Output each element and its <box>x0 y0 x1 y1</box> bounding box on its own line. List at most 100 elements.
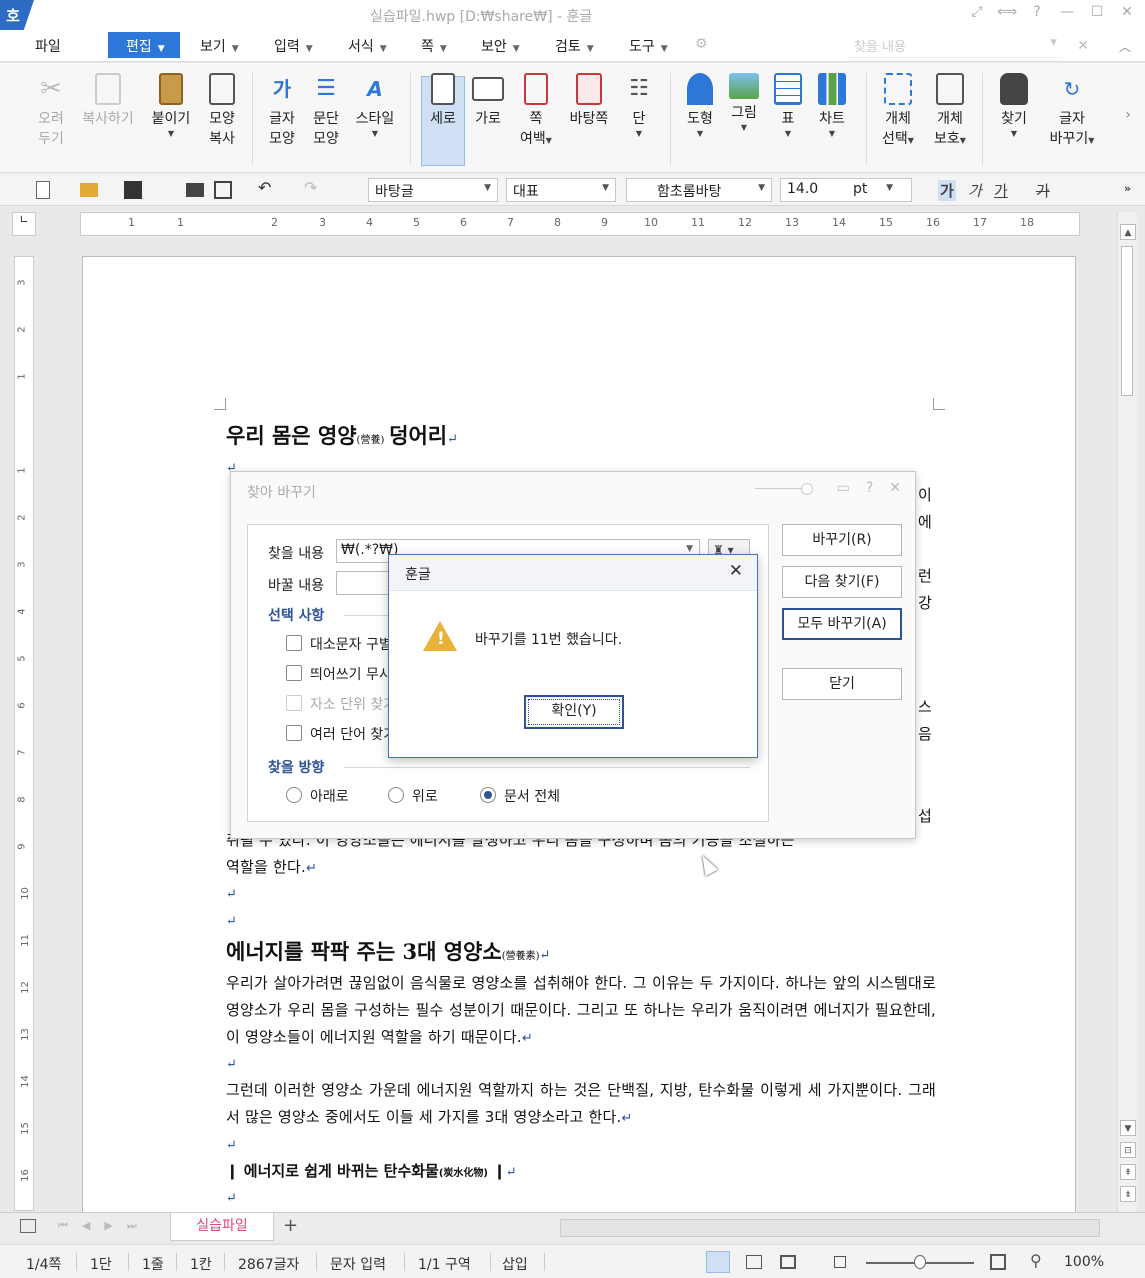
doc-bullet-heading[interactable]: ❙ 에너지로 쉽게 바뀌는 탄수화물(炭水化物) ❙↵ <box>226 1160 517 1181</box>
zoom-level[interactable]: 100% <box>1064 1254 1104 1270</box>
dialog-close-icon[interactable]: ✕ <box>889 480 901 496</box>
minimize-icon[interactable]: — <box>1057 4 1077 20</box>
undo-icon[interactable]: ↶ <box>258 178 276 197</box>
app-logo-icon[interactable]: 호 <box>0 0 34 30</box>
fullscreen-icon[interactable]: ⤢ <box>967 4 987 20</box>
object-select-button[interactable]: 개체 선택▼ <box>876 73 920 149</box>
strike-button[interactable]: 가 <box>1036 180 1050 201</box>
tab-list-icon[interactable] <box>20 1219 36 1233</box>
view-width-icon[interactable] <box>746 1255 762 1269</box>
new-doc-icon[interactable] <box>36 181 50 199</box>
picture-button[interactable]: 그림 ▼ <box>724 73 764 133</box>
direction-all-radio[interactable] <box>480 787 496 803</box>
add-tab-button[interactable]: + <box>283 1215 313 1236</box>
menu-tools[interactable]: 도구 ▼ <box>629 36 668 56</box>
direction-down-radio[interactable] <box>286 787 302 803</box>
menu-page[interactable]: 쪽 ▼ <box>421 36 447 56</box>
style-button[interactable]: A 스타일 ▼ <box>352 73 398 139</box>
opacity-slider[interactable] <box>754 482 813 495</box>
format-copy-button[interactable]: 모양 복사 <box>202 73 242 149</box>
menu-format[interactable]: 서식 ▼ <box>348 36 387 56</box>
multi-word-checkbox[interactable] <box>286 725 302 741</box>
dialog-help-icon[interactable]: ? <box>866 480 873 496</box>
paste-button[interactable]: 붙이기 ▼ <box>148 73 194 139</box>
replace-once-button[interactable]: 바꾸기(R) <box>782 524 902 556</box>
comment-icon[interactable]: ▭ <box>837 480 850 496</box>
ribbon-collapse-icon[interactable]: ︿ <box>1119 38 1131 55</box>
menu-file[interactable]: 파일 <box>35 36 61 56</box>
maximize-icon[interactable]: ☐ <box>1087 4 1107 20</box>
toolbar-more-icon[interactable]: » <box>1124 182 1131 195</box>
jaso-search-checkbox[interactable] <box>286 695 302 711</box>
tab-document[interactable]: 실습파일 <box>170 1213 274 1241</box>
replace-all-button[interactable]: 모두 바꾸기(A) <box>782 608 902 640</box>
menu-view[interactable]: 보기 ▼ <box>200 36 239 56</box>
menu-insert[interactable]: 입력 ▼ <box>274 36 313 56</box>
split-icon[interactable]: ⟺ <box>997 4 1017 20</box>
zoom-out-icon[interactable] <box>834 1256 846 1268</box>
close-dialog-button[interactable]: 닫기 <box>782 668 902 700</box>
status-page[interactable]: 1/4쪽 <box>26 1254 61 1274</box>
horizontal-ruler[interactable]: 1 1 2 3 4 5 6 7 8 9 10 11 12 13 14 15 16… <box>80 212 1080 236</box>
menu-search-close-icon[interactable]: ✕ <box>1077 38 1089 54</box>
ignore-space-checkbox[interactable] <box>286 665 302 681</box>
scroll-thumb[interactable] <box>1121 246 1133 396</box>
help-icon[interactable]: ? <box>1027 4 1047 20</box>
underline-button[interactable]: 가 <box>994 180 1008 201</box>
vertical-scrollbar[interactable]: ▲ ▼ ⊡ ⇞ ⇟ <box>1117 212 1137 1212</box>
menu-security[interactable]: 보안 ▼ <box>481 36 520 56</box>
landscape-button[interactable]: 가로 <box>468 73 508 129</box>
view-page-icon[interactable] <box>780 1255 796 1269</box>
ruler-tab-selector[interactable]: ∟ <box>12 212 36 236</box>
bold-button[interactable]: 가 <box>938 180 956 201</box>
find-next-button[interactable]: 다음 찾기(F) <box>782 566 902 598</box>
font-size-combo[interactable]: 14.0 pt ▼ <box>780 178 912 202</box>
menu-review[interactable]: 검토 ▼ <box>555 36 594 56</box>
direction-up-radio[interactable] <box>388 787 404 803</box>
status-insert[interactable]: 삽입 <box>502 1254 528 1274</box>
find-button[interactable]: 찾기 ▼ <box>992 73 1036 139</box>
horizontal-scrollbar[interactable] <box>560 1219 1100 1237</box>
doc-heading-2[interactable]: 에너지를 팍팍 주는 3대 영양소(營養素)↵ <box>226 936 550 966</box>
columns-button[interactable]: ☷ 단 ▼ <box>620 73 658 139</box>
match-case-checkbox[interactable] <box>286 635 302 651</box>
shape-button[interactable]: 도형 ▼ <box>680 73 720 139</box>
replace-button[interactable]: ↻ 글자 바꾸기▼ <box>1044 73 1100 149</box>
save-icon[interactable] <box>124 181 142 199</box>
page-prev-icon[interactable]: ⊡ <box>1120 1142 1136 1158</box>
open-folder-icon[interactable] <box>80 183 98 197</box>
doc-paragraph-1[interactable]: 우리가 살아가려면 끊임없이 음식물로 영양소를 섭취해야 한다. 그 이유는 … <box>226 970 936 1052</box>
table-button[interactable]: 표 ▼ <box>768 73 808 139</box>
magnifier-icon[interactable]: ⚲ <box>1030 1251 1042 1270</box>
vertical-ruler[interactable]: 3 2 1 1 2 3 4 5 6 7 8 9 10 11 12 13 14 1… <box>14 256 34 1211</box>
doc-paragraph-2[interactable]: 그런데 이러한 영양소 가운데 에너지원 역할까지 하는 것은 단백질, 지방,… <box>226 1077 936 1132</box>
para-shape-button[interactable]: ☰ 문단 모양 <box>306 73 346 149</box>
ok-button[interactable]: 확인(Y) <box>524 695 624 729</box>
doc-heading-1[interactable]: 우리 몸은 영양(營養) 덩어리↵ <box>226 420 458 450</box>
scroll-up-icon[interactable]: ▲ <box>1120 224 1136 240</box>
language-combo[interactable]: 대표 ▼ <box>506 178 616 202</box>
font-combo[interactable]: 함초롬바탕 ▼ <box>626 178 772 202</box>
scroll-down-icon[interactable]: ▼ <box>1120 1120 1136 1136</box>
copy-button[interactable]: 복사하기 <box>80 73 136 129</box>
chart-button[interactable]: 차트 ▼ <box>812 73 852 139</box>
menu-edit[interactable]: 편집 ▼ <box>108 32 180 58</box>
margins-button[interactable]: 쪽 여백▼ <box>516 73 556 149</box>
ribbon-more-icon[interactable]: › <box>1118 105 1138 125</box>
italic-button[interactable]: 가 <box>968 180 982 201</box>
style-combo[interactable]: 바탕글 ▼ <box>368 178 498 202</box>
message-close-icon[interactable]: ✕ <box>729 561 743 581</box>
zoom-slider-knob[interactable] <box>914 1255 926 1269</box>
portrait-button[interactable]: 세로 <box>423 73 463 129</box>
char-shape-button[interactable]: 가 글자 모양 <box>262 73 302 149</box>
close-icon[interactable]: ✕ <box>1117 4 1137 20</box>
tab-nav-icon[interactable]: ⏮◀▶⏭ <box>58 1219 151 1233</box>
menu-search-input[interactable]: 찾을 내용 ▼ <box>848 36 1063 58</box>
addon-icon[interactable]: ⚙ <box>695 36 708 52</box>
redo-icon[interactable]: ↷ <box>304 178 322 197</box>
preview-icon[interactable] <box>214 181 232 199</box>
print-icon[interactable] <box>186 183 204 197</box>
page-down-icon[interactable]: ⇟ <box>1120 1186 1136 1202</box>
page-bg-button[interactable]: 바탕쪽 <box>566 73 612 129</box>
cut-button[interactable]: ✂ 오려 두기 <box>30 73 72 149</box>
